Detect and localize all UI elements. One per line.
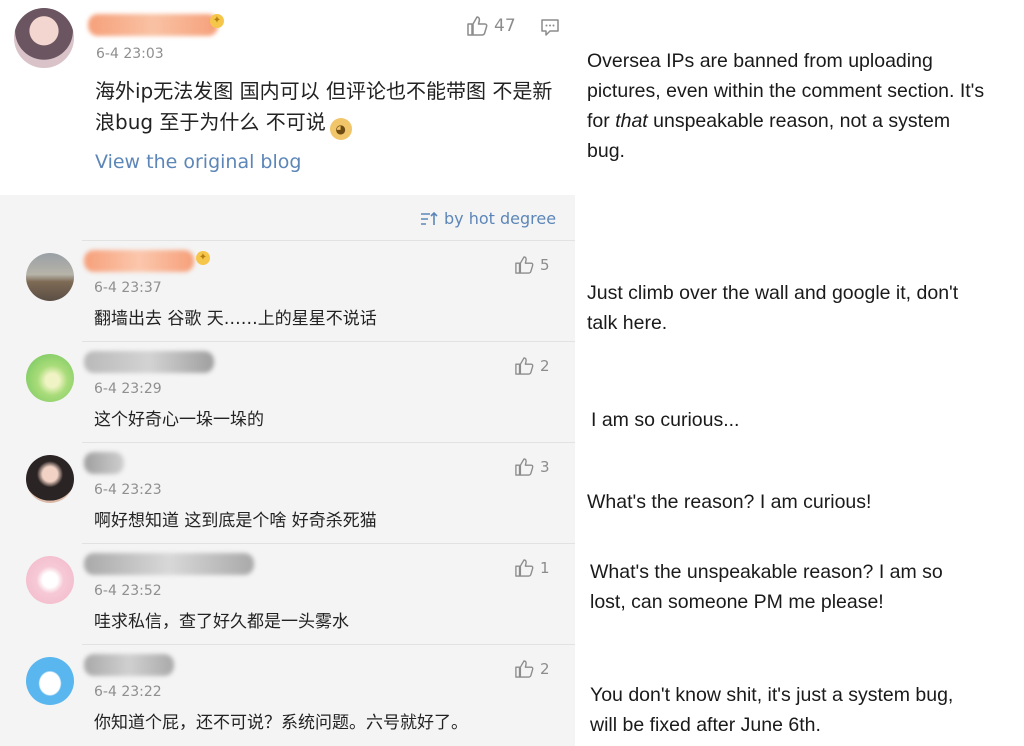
commenter-avatar[interactable] xyxy=(26,455,74,503)
sort-icon xyxy=(421,211,438,225)
comment-like-button[interactable]: 2 xyxy=(514,357,550,375)
comment-item: 6-4 23:52 哇求私信，查了好久都是一头雾水 1 xyxy=(0,544,575,645)
view-original-link[interactable]: View the original blog xyxy=(95,151,301,173)
comment-text: 哇求私信，查了好久都是一头雾水 xyxy=(94,612,349,632)
comment-like-count: 2 xyxy=(540,357,550,375)
comment-item: ✦ 6-4 23:37 翻墙出去 谷歌 天……上的星星不说话 5 xyxy=(0,241,575,342)
thumbs-up-icon xyxy=(515,458,534,476)
comment-like-button[interactable]: 1 xyxy=(514,559,550,577)
comment-timestamp: 6-4 23:52 xyxy=(94,583,162,599)
redacted-username xyxy=(84,452,124,474)
thumbs-up-icon xyxy=(515,660,534,678)
comment-icon[interactable] xyxy=(540,18,560,36)
comments-panel: by hot degree ✦ 6-4 23:37 翻墙出去 谷歌 天……上的星… xyxy=(0,195,575,746)
commenter-avatar[interactable] xyxy=(26,556,74,604)
thumbs-up-icon xyxy=(467,16,488,36)
post-content: 海外ip无法发图 国内可以 但评论也不能带图 不是新浪bug 至于为什么 不可说… xyxy=(95,76,565,140)
comment-item: 6-4 23:23 啊好想知道 这到底是个啥 好奇杀死猫 3 xyxy=(0,443,575,544)
post-content-text: 海外ip无法发图 国内可以 但评论也不能带图 不是新浪bug 至于为什么 不可说 xyxy=(95,79,553,134)
comment-text: 啊好想知道 这到底是个啥 好奇杀死猫 xyxy=(94,511,377,531)
redacted-username xyxy=(84,553,254,575)
comment-like-button[interactable]: 2 xyxy=(514,660,550,678)
vip-badge-icon: ✦ xyxy=(196,251,210,265)
comment-text: 你知道个屁，还不可说？系统问题。六号就好了。 xyxy=(94,713,468,733)
comment-timestamp: 6-4 23:37 xyxy=(94,280,162,296)
thumbs-up-icon xyxy=(515,256,534,274)
translation-comment-2: I am so curious... xyxy=(591,409,740,431)
vip-badge-icon: ✦ xyxy=(210,14,224,28)
post-author-avatar[interactable] xyxy=(14,8,74,68)
translation-post: Oversea IPs are banned from uploading pi… xyxy=(587,46,992,166)
redacted-username xyxy=(84,351,214,373)
translation-comment-5: You don't know shit, it's just a system … xyxy=(590,684,954,736)
sort-label: by hot degree xyxy=(444,209,557,228)
redacted-username xyxy=(84,654,174,676)
comment-text: 这个好奇心一垛一垛的 xyxy=(94,410,264,430)
commenter-avatar[interactable] xyxy=(26,253,74,301)
translation-comment-1: Just climb over the wall and google it, … xyxy=(587,282,959,334)
post-timestamp: 6-4 23:03 xyxy=(96,46,164,62)
translation-comment-4: What's the unspeakable reason? I am so l… xyxy=(590,561,943,613)
comment-like-count: 1 xyxy=(540,559,550,577)
doge-emoji-icon: ◕ xyxy=(329,118,352,140)
post-like-button[interactable]: 47 xyxy=(466,16,516,36)
comment-timestamp: 6-4 23:29 xyxy=(94,381,162,397)
comment-like-count: 2 xyxy=(540,660,550,678)
redacted-username xyxy=(84,250,194,272)
commenter-avatar[interactable] xyxy=(26,657,74,705)
comment-item: 6-4 23:29 这个好奇心一垛一垛的 2 xyxy=(0,342,575,443)
comment-timestamp: 6-4 23:23 xyxy=(94,482,162,498)
commenter-avatar[interactable] xyxy=(26,354,74,402)
comment-timestamp: 6-4 23:22 xyxy=(94,684,162,700)
translation-emphasis: that xyxy=(615,110,648,132)
comment-item: 6-4 23:22 你知道个屁，还不可说？系统问题。六号就好了。 2 xyxy=(0,645,575,746)
comment-text: 翻墙出去 谷歌 天……上的星星不说话 xyxy=(94,309,377,329)
comment-like-button[interactable]: 5 xyxy=(514,256,550,274)
translation-comment-3: What's the reason? I am curious! xyxy=(587,491,872,513)
thumbs-up-icon xyxy=(515,357,534,375)
thumbs-up-icon xyxy=(515,559,534,577)
comment-like-button[interactable]: 3 xyxy=(514,458,550,476)
sort-by-hot-button[interactable]: by hot degree xyxy=(420,209,556,228)
comment-like-count: 3 xyxy=(540,458,550,476)
post-card: ✦ 6-4 23:03 47 海外ip无法发图 国内可以 但评论也不能带图 不是… xyxy=(0,0,575,195)
redacted-username xyxy=(88,14,218,36)
comment-like-count: 5 xyxy=(540,256,550,274)
post-like-count: 47 xyxy=(494,16,516,36)
